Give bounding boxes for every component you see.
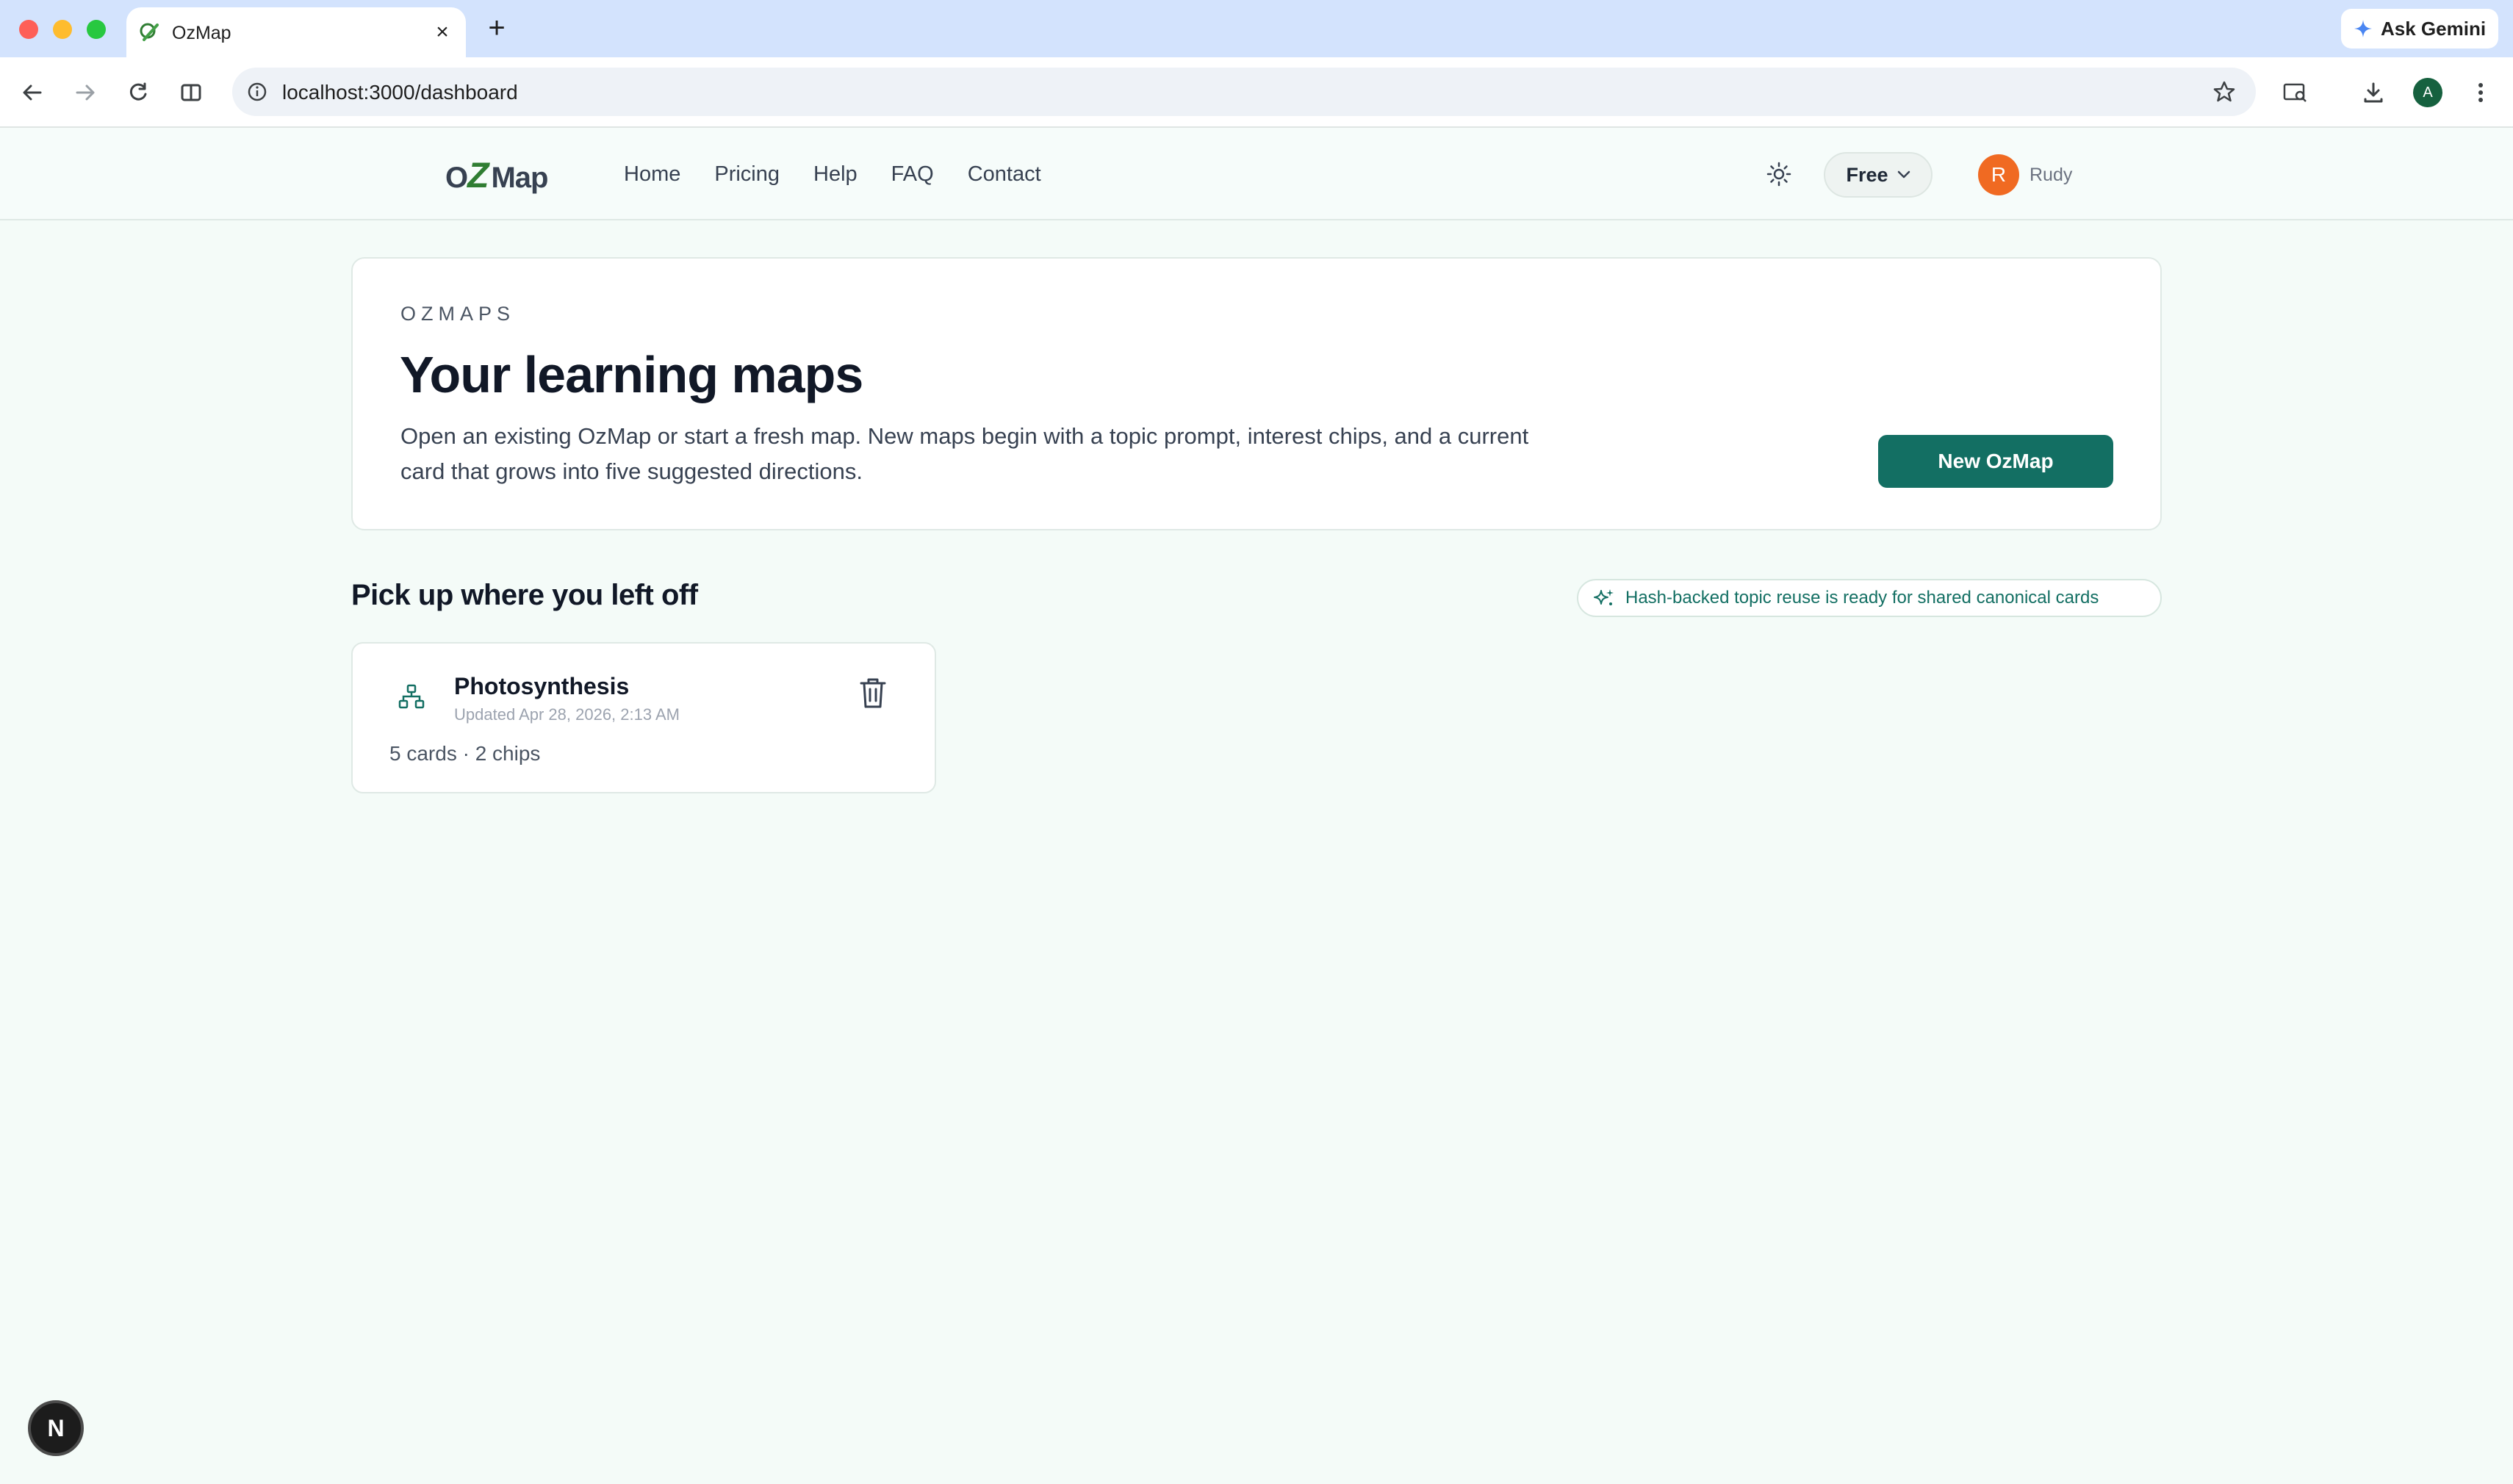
ozmap-logo[interactable]: OZ Map <box>445 150 548 201</box>
browser-tab-active[interactable]: OzMap × <box>126 7 466 57</box>
browser-profile-avatar[interactable]: A <box>2413 78 2442 107</box>
site-header: OZ Map Home Pricing Help FAQ Contact Free… <box>0 128 2513 220</box>
sparkles-icon <box>1594 589 1614 605</box>
logo-text: OZ Map <box>445 156 548 195</box>
nav-contact[interactable]: Contact <box>968 160 1041 188</box>
bookmark-star-icon[interactable] <box>2212 79 2237 104</box>
map-card[interactable]: Photosynthesis Updated Apr 28, 2026, 2:1… <box>351 642 936 793</box>
hero-eyebrow: OZMAPS <box>400 303 516 325</box>
new-ozmap-button[interactable]: New OzMap <box>1878 435 2113 488</box>
nav-faq[interactable]: FAQ <box>891 160 934 188</box>
nav-home[interactable]: Home <box>624 160 680 188</box>
nav-help[interactable]: Help <box>813 160 858 188</box>
address-bar[interactable]: localhost:3000/dashboard <box>232 68 2256 116</box>
user-menu[interactable]: R Rudy <box>1978 154 2072 195</box>
page-title: Your learning maps <box>400 346 863 403</box>
theme-toggle-sun-icon[interactable] <box>1764 159 1794 190</box>
ozmap-favicon-icon <box>140 23 159 41</box>
delete-trash-icon[interactable] <box>857 676 889 711</box>
tab-search-icon[interactable] <box>2278 75 2313 110</box>
main-nav: Home Pricing Help FAQ Contact <box>624 160 1041 188</box>
ask-gemini-button[interactable]: Ask Gemini <box>2341 9 2498 48</box>
map-meta: 5 cards · 2 chips <box>389 742 541 765</box>
hash-reuse-text: Hash-backed topic reuse is ready for sha… <box>1625 588 2099 608</box>
site-info-icon[interactable] <box>247 82 267 102</box>
back-icon[interactable] <box>15 75 50 110</box>
close-window-button[interactable] <box>19 20 38 39</box>
chevron-down-icon <box>1897 170 1910 179</box>
map-updated-timestamp: Updated Apr 28, 2026, 2:13 AM <box>454 705 680 724</box>
plan-dropdown[interactable]: Free <box>1824 152 1933 198</box>
reload-icon[interactable] <box>121 75 156 110</box>
plan-label: Free <box>1846 163 1888 186</box>
ask-gemini-label: Ask Gemini <box>2381 17 2487 40</box>
section-title: Pick up where you left off <box>351 579 698 611</box>
nav-pricing[interactable]: Pricing <box>714 160 780 188</box>
tab-title: OzMap <box>172 23 231 43</box>
nextjs-dev-badge[interactable]: N <box>28 1400 84 1456</box>
url-text: localhost:3000/dashboard <box>282 81 518 104</box>
split-view-icon[interactable] <box>173 75 209 110</box>
tab-close-icon[interactable]: × <box>429 19 456 46</box>
user-avatar: R <box>1978 154 2019 195</box>
gemini-sparkle-icon <box>2354 20 2372 37</box>
minimize-window-button[interactable] <box>53 20 72 39</box>
map-title[interactable]: Photosynthesis <box>454 673 629 700</box>
browser-tabstrip: OzMap × + Ask Gemini <box>0 0 2513 57</box>
user-name: Rudy <box>2030 164 2073 185</box>
new-tab-button[interactable]: + <box>481 12 513 44</box>
network-tree-icon <box>398 684 425 709</box>
maximize-window-button[interactable] <box>87 20 106 39</box>
browser-toolbar: localhost:3000/dashboard A <box>0 57 2513 128</box>
download-icon[interactable] <box>2356 75 2391 110</box>
hero-description: Open an existing OzMap or start a fresh … <box>400 423 1529 484</box>
forward-icon[interactable] <box>68 75 103 110</box>
hero-card: OZMAPS Your learning maps Open an existi… <box>351 257 2162 530</box>
browser-menu-icon[interactable] <box>2463 75 2498 110</box>
hash-reuse-badge: Hash-backed topic reuse is ready for sha… <box>1577 579 2162 617</box>
